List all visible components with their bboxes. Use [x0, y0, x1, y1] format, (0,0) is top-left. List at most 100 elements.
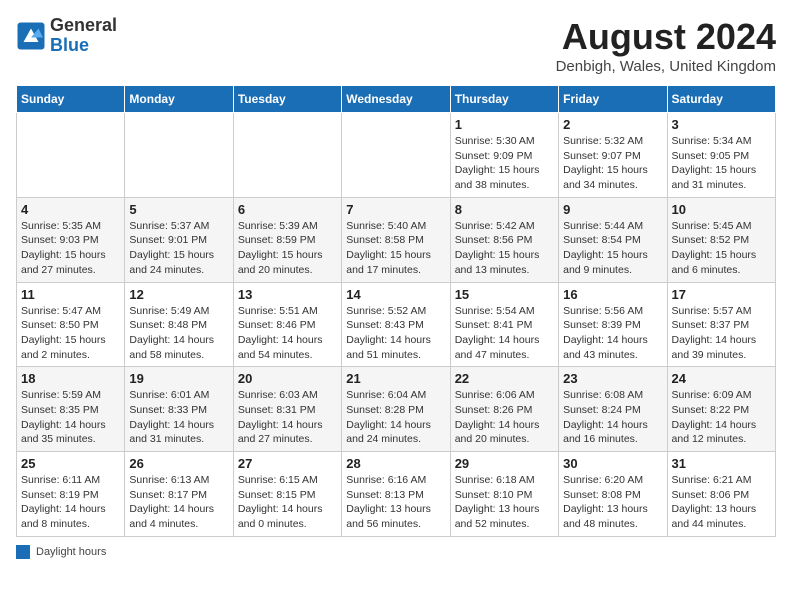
calendar-cell: 25 Sunrise: 6:11 AM Sunset: 8:19 PM Dayli…	[17, 452, 125, 537]
calendar-cell: 6 Sunrise: 5:39 AM Sunset: 8:59 PM Daylig…	[233, 197, 341, 282]
day-number: 3	[672, 117, 771, 132]
day-info: Sunrise: 6:21 AM Sunset: 8:06 PM Dayligh…	[672, 473, 771, 532]
weekday-header-sunday: Sunday	[17, 86, 125, 113]
calendar-cell: 19Sunrise: 6:01 AM Sunset: 8:33 PM Dayli…	[125, 367, 233, 452]
day-info: Sunrise: 6:09 AM Sunset: 8:22 PM Dayligh…	[672, 388, 771, 447]
weekday-header-monday: Monday	[125, 86, 233, 113]
page-header: General Blue August 2024 Denbigh, Wales,…	[16, 16, 776, 75]
day-info: Sunrise: 5:45 AM Sunset: 8:52 PM Dayligh…	[672, 219, 771, 278]
day-number: 1	[455, 117, 554, 132]
day-info: Sunrise: 5:30 AM Sunset: 9:09 PM Dayligh…	[455, 134, 554, 193]
day-number: 24	[672, 371, 771, 386]
calendar-cell: 14 Sunrise: 5:52 AM Sunset: 8:43 PM Dayli…	[342, 282, 450, 367]
calendar-cell: 8 Sunrise: 5:42 AM Sunset: 8:56 PM Daylig…	[450, 197, 558, 282]
day-info: Sunrise: 6:03 AM Sunset: 8:31 PM Dayligh…	[238, 388, 337, 447]
day-info: Sunrise: 6:11 AM Sunset: 8:19 PM Dayligh…	[21, 473, 120, 532]
day-info: Sunrise: 5:44 AM Sunset: 8:54 PM Dayligh…	[563, 219, 662, 278]
calendar-cell: 21Sunrise: 6:04 AM Sunset: 8:28 PM Dayli…	[342, 367, 450, 452]
weekday-header-saturday: Saturday	[667, 86, 775, 113]
calendar-cell: 12 Sunrise: 5:49 AM Sunset: 8:48 PM Dayli…	[125, 282, 233, 367]
calendar-cell: 27Sunrise: 6:15 AM Sunset: 8:15 PM Dayli…	[233, 452, 341, 537]
day-info: Sunrise: 5:54 AM Sunset: 8:41 PM Dayligh…	[455, 304, 554, 363]
day-number: 29	[455, 456, 554, 471]
calendar-cell	[233, 113, 341, 198]
calendar-cell: 28Sunrise: 6:16 AM Sunset: 8:13 PM Dayli…	[342, 452, 450, 537]
day-number: 22	[455, 371, 554, 386]
calendar-cell: 15Sunrise: 5:54 AM Sunset: 8:41 PM Dayli…	[450, 282, 558, 367]
calendar-cell: 7Sunrise: 5:40 AM Sunset: 8:58 PM Daylig…	[342, 197, 450, 282]
day-number: 16	[563, 287, 662, 302]
day-number: 6	[238, 202, 337, 217]
weekday-header-row: SundayMondayTuesdayWednesdayThursdayFrid…	[17, 86, 776, 113]
day-info: Sunrise: 6:13 AM Sunset: 8:17 PM Dayligh…	[129, 473, 228, 532]
day-info: Sunrise: 5:59 AM Sunset: 8:35 PM Dayligh…	[21, 388, 120, 447]
day-number: 13	[238, 287, 337, 302]
legend: Daylight hours	[16, 545, 776, 559]
day-number: 27	[238, 456, 337, 471]
day-info: Sunrise: 6:18 AM Sunset: 8:10 PM Dayligh…	[455, 473, 554, 532]
calendar-week-3: 11Sunrise: 5:47 AM Sunset: 8:50 PM Dayli…	[17, 282, 776, 367]
calendar-week-2: 4Sunrise: 5:35 AM Sunset: 9:03 PM Daylig…	[17, 197, 776, 282]
calendar-cell: 13Sunrise: 5:51 AM Sunset: 8:46 PM Dayli…	[233, 282, 341, 367]
calendar-cell	[125, 113, 233, 198]
location-subtitle: Denbigh, Wales, United Kingdom	[556, 58, 776, 75]
day-info: Sunrise: 5:42 AM Sunset: 8:56 PM Dayligh…	[455, 219, 554, 278]
day-info: Sunrise: 5:49 AM Sunset: 8:48 PM Dayligh…	[129, 304, 228, 363]
logo-icon	[16, 21, 46, 51]
calendar-cell: 22 Sunrise: 6:06 AM Sunset: 8:26 PM Dayli…	[450, 367, 558, 452]
calendar-cell: 3 Sunrise: 5:34 AM Sunset: 9:05 PM Daylig…	[667, 113, 775, 198]
calendar-cell: 23Sunrise: 6:08 AM Sunset: 8:24 PM Dayli…	[559, 367, 667, 452]
calendar-cell: 9 Sunrise: 5:44 AM Sunset: 8:54 PM Daylig…	[559, 197, 667, 282]
calendar-cell	[342, 113, 450, 198]
day-number: 25	[21, 456, 120, 471]
calendar-cell: 20Sunrise: 6:03 AM Sunset: 8:31 PM Dayli…	[233, 367, 341, 452]
calendar-cell: 30Sunrise: 6:20 AM Sunset: 8:08 PM Dayli…	[559, 452, 667, 537]
day-number: 26	[129, 456, 228, 471]
weekday-header-wednesday: Wednesday	[342, 86, 450, 113]
day-info: Sunrise: 5:34 AM Sunset: 9:05 PM Dayligh…	[672, 134, 771, 193]
day-number: 7	[346, 202, 445, 217]
legend-color-box	[16, 545, 30, 559]
day-number: 2	[563, 117, 662, 132]
logo-blue: Blue	[50, 35, 89, 55]
calendar-table: SundayMondayTuesdayWednesdayThursdayFrid…	[16, 85, 776, 537]
calendar-week-1: 1 Sunrise: 5:30 AM Sunset: 9:09 PM Daylig…	[17, 113, 776, 198]
calendar-week-4: 18 Sunrise: 5:59 AM Sunset: 8:35 PM Dayli…	[17, 367, 776, 452]
month-year-title: August 2024	[556, 16, 776, 58]
day-number: 28	[346, 456, 445, 471]
day-info: Sunrise: 6:06 AM Sunset: 8:26 PM Dayligh…	[455, 388, 554, 447]
legend-label: Daylight hours	[36, 546, 106, 558]
calendar-cell: 4Sunrise: 5:35 AM Sunset: 9:03 PM Daylig…	[17, 197, 125, 282]
day-number: 11	[21, 287, 120, 302]
day-info: Sunrise: 5:56 AM Sunset: 8:39 PM Dayligh…	[563, 304, 662, 363]
day-number: 12	[129, 287, 228, 302]
day-info: Sunrise: 5:35 AM Sunset: 9:03 PM Dayligh…	[21, 219, 120, 278]
day-info: Sunrise: 5:37 AM Sunset: 9:01 PM Dayligh…	[129, 219, 228, 278]
calendar-cell: 1 Sunrise: 5:30 AM Sunset: 9:09 PM Daylig…	[450, 113, 558, 198]
calendar-cell: 26 Sunrise: 6:13 AM Sunset: 8:17 PM Dayli…	[125, 452, 233, 537]
weekday-header-thursday: Thursday	[450, 86, 558, 113]
day-number: 10	[672, 202, 771, 217]
calendar-cell: 16 Sunrise: 5:56 AM Sunset: 8:39 PM Dayli…	[559, 282, 667, 367]
day-number: 17	[672, 287, 771, 302]
day-number: 8	[455, 202, 554, 217]
calendar-cell: 31 Sunrise: 6:21 AM Sunset: 8:06 PM Dayli…	[667, 452, 775, 537]
day-number: 9	[563, 202, 662, 217]
day-number: 14	[346, 287, 445, 302]
calendar-cell: 17Sunrise: 5:57 AM Sunset: 8:37 PM Dayli…	[667, 282, 775, 367]
day-number: 31	[672, 456, 771, 471]
day-info: Sunrise: 6:04 AM Sunset: 8:28 PM Dayligh…	[346, 388, 445, 447]
day-info: Sunrise: 6:08 AM Sunset: 8:24 PM Dayligh…	[563, 388, 662, 447]
calendar-cell: 29 Sunrise: 6:18 AM Sunset: 8:10 PM Dayli…	[450, 452, 558, 537]
day-info: Sunrise: 5:39 AM Sunset: 8:59 PM Dayligh…	[238, 219, 337, 278]
logo-general: General	[50, 15, 117, 35]
day-info: Sunrise: 6:01 AM Sunset: 8:33 PM Dayligh…	[129, 388, 228, 447]
calendar-cell: 24 Sunrise: 6:09 AM Sunset: 8:22 PM Dayli…	[667, 367, 775, 452]
day-number: 18	[21, 371, 120, 386]
calendar-cell	[17, 113, 125, 198]
day-info: Sunrise: 6:20 AM Sunset: 8:08 PM Dayligh…	[563, 473, 662, 532]
logo: General Blue	[16, 16, 117, 56]
calendar-cell: 5Sunrise: 5:37 AM Sunset: 9:01 PM Daylig…	[125, 197, 233, 282]
day-info: Sunrise: 5:32 AM Sunset: 9:07 PM Dayligh…	[563, 134, 662, 193]
day-info: Sunrise: 5:52 AM Sunset: 8:43 PM Dayligh…	[346, 304, 445, 363]
